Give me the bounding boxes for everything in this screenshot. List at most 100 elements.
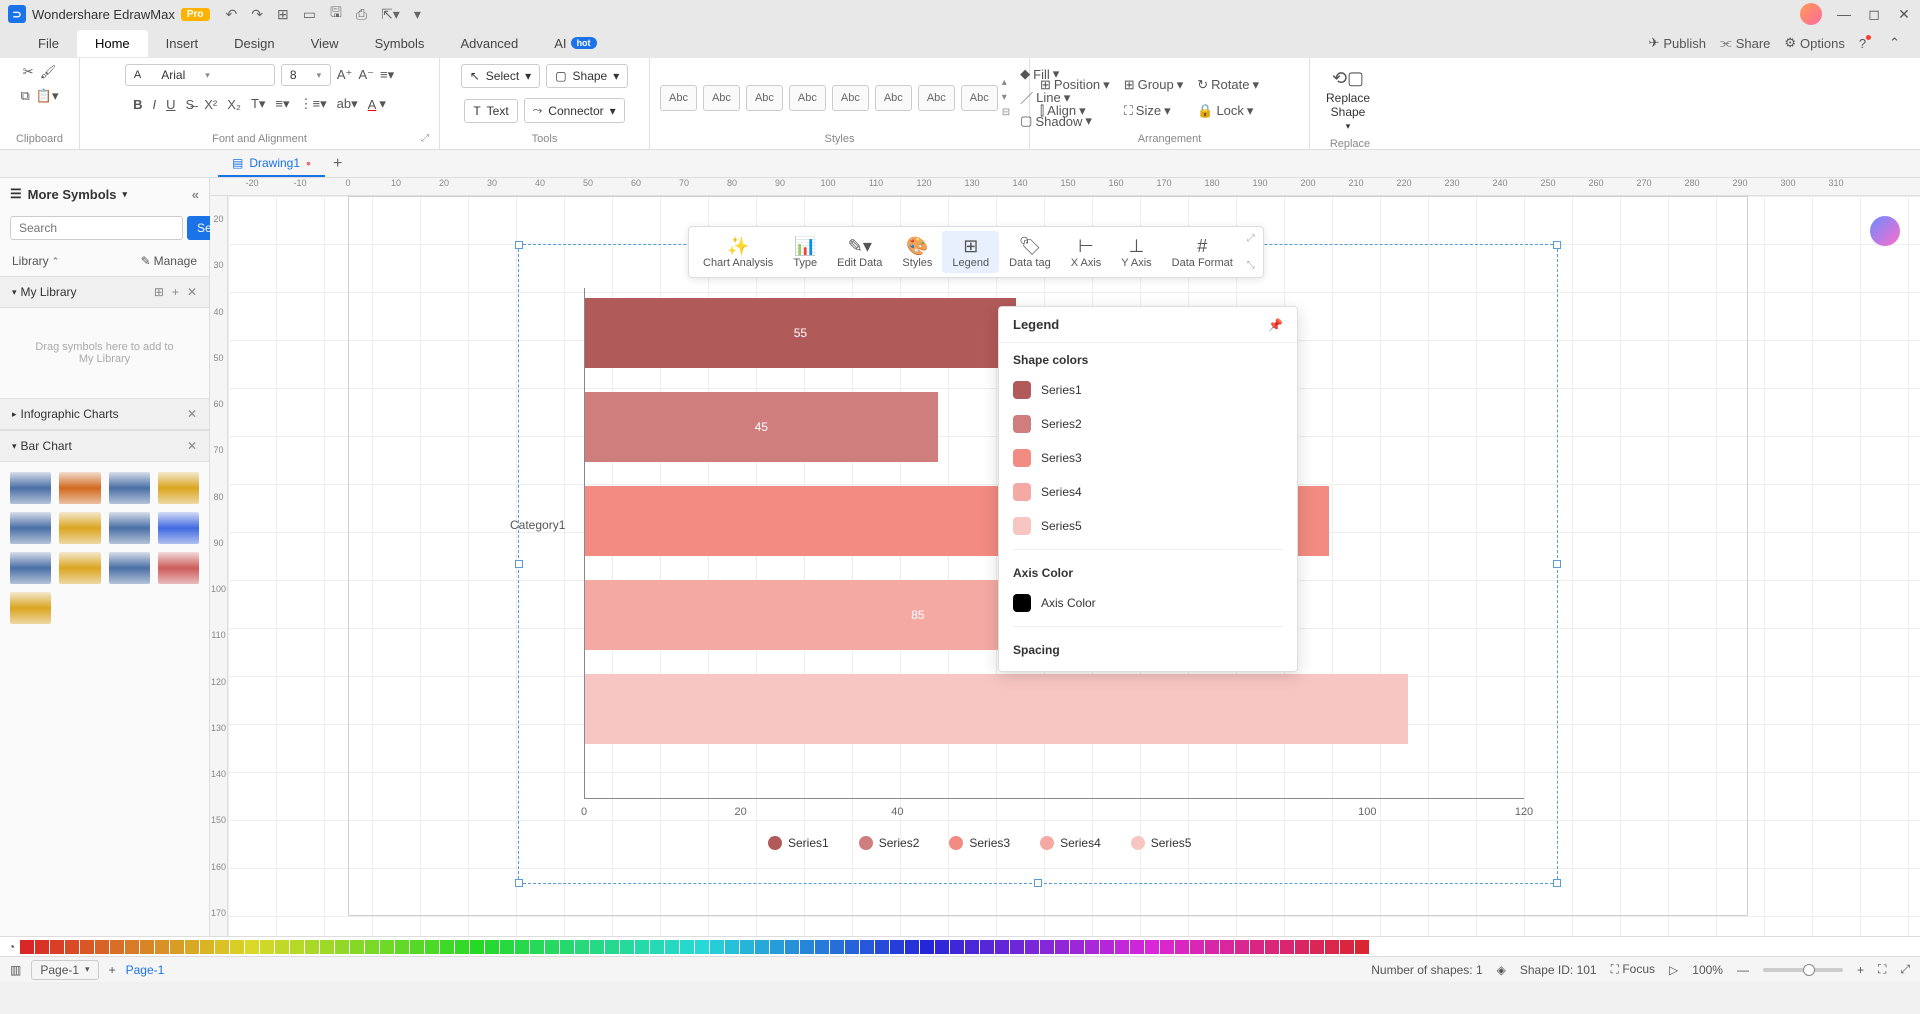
drop-area[interactable]: Drag symbols here to add to My Library: [0, 308, 209, 398]
align-button[interactable]: ≡▾: [380, 67, 394, 83]
color-swatch[interactable]: [1340, 940, 1354, 954]
color-swatch[interactable]: [620, 940, 634, 954]
color-swatch[interactable]: [1013, 415, 1031, 433]
cut-button[interactable]: ✂: [23, 64, 34, 80]
menu-home[interactable]: Home: [77, 30, 148, 57]
font-color-button[interactable]: A▾: [368, 96, 386, 112]
menu-insert[interactable]: Insert: [148, 30, 217, 57]
help-button[interactable]: ?: [1859, 36, 1875, 51]
color-swatch[interactable]: [20, 940, 34, 954]
chart-thumbnail[interactable]: [10, 552, 51, 584]
color-swatch[interactable]: [1040, 940, 1054, 954]
color-swatch[interactable]: [155, 940, 169, 954]
page-selector[interactable]: Page-1 ▾: [31, 960, 98, 980]
color-swatch[interactable]: [830, 940, 844, 954]
toolbar-chart-analysis[interactable]: ✨Chart Analysis: [693, 231, 783, 273]
color-swatch[interactable]: [440, 940, 454, 954]
color-swatch[interactable]: [815, 940, 829, 954]
chart-thumbnail[interactable]: [10, 592, 51, 624]
color-swatch[interactable]: [455, 940, 469, 954]
chart-thumbnail[interactable]: [158, 552, 199, 584]
ask-ai-badge[interactable]: [1870, 216, 1900, 246]
legend-color-row[interactable]: Series2: [999, 407, 1297, 441]
pin-icon[interactable]: 📌: [1268, 318, 1283, 332]
color-swatch[interactable]: [1085, 940, 1099, 954]
chart-thumbnail[interactable]: [109, 472, 150, 504]
color-swatch[interactable]: [785, 940, 799, 954]
color-swatch[interactable]: [980, 940, 994, 954]
maximize-button[interactable]: ◻: [1866, 6, 1882, 23]
resize-handle[interactable]: [1034, 879, 1042, 887]
toolbar-y-axis[interactable]: ⊥Y Axis: [1111, 231, 1161, 273]
redo-button[interactable]: ↷: [251, 6, 263, 23]
chart-thumbnail[interactable]: [59, 512, 100, 544]
chart-thumbnail[interactable]: [158, 472, 199, 504]
toolbar-edit-data[interactable]: ✎▾Edit Data: [827, 231, 892, 273]
legend-color-row[interactable]: Series1: [999, 373, 1297, 407]
color-swatch[interactable]: [605, 940, 619, 954]
color-swatch[interactable]: [140, 940, 154, 954]
color-swatch[interactable]: [695, 940, 709, 954]
group-button[interactable]: ⊞ Group▾: [1124, 77, 1184, 93]
color-swatch[interactable]: [1115, 940, 1129, 954]
library-label[interactable]: Library: [12, 254, 49, 268]
font-dialog-launcher[interactable]: ⤢: [421, 133, 429, 144]
align2-button[interactable]: ⫿ Align▾: [1040, 103, 1110, 119]
style-preset[interactable]: Abc: [703, 85, 740, 111]
color-swatch[interactable]: [380, 940, 394, 954]
legend-color-row[interactable]: Series3: [999, 441, 1297, 475]
color-swatch[interactable]: [725, 940, 739, 954]
present-icon[interactable]: ▷: [1669, 963, 1678, 977]
canvas[interactable]: Category1 55458502040100120Series1Series…: [228, 196, 1920, 936]
toolbar-collapse-icon[interactable]: ⤡: [1247, 260, 1255, 271]
eyedropper-icon[interactable]: ◔: [8, 940, 15, 954]
resize-handle[interactable]: [1553, 241, 1561, 249]
color-swatch[interactable]: [185, 940, 199, 954]
minimize-button[interactable]: —: [1836, 6, 1852, 22]
chart-bar[interactable]: [585, 674, 1408, 744]
toolbar-legend[interactable]: ⊞Legend: [942, 231, 999, 273]
color-swatch[interactable]: [1160, 940, 1174, 954]
share-button[interactable]: ⫘ Share: [1720, 35, 1770, 51]
color-swatch[interactable]: [110, 940, 124, 954]
color-swatch[interactable]: [320, 940, 334, 954]
color-swatch[interactable]: [425, 940, 439, 954]
italic-button[interactable]: I: [153, 97, 157, 112]
add-page-button[interactable]: +: [109, 963, 116, 977]
legend-item[interactable]: Series4: [1040, 836, 1101, 850]
legend-item[interactable]: Series1: [768, 836, 829, 850]
color-swatch[interactable]: [680, 940, 694, 954]
color-swatch[interactable]: [1013, 483, 1031, 501]
color-swatch[interactable]: [1250, 940, 1264, 954]
chart-bar[interactable]: 45: [585, 392, 938, 462]
collapse-ribbon-button[interactable]: ⌃: [1889, 35, 1900, 51]
color-swatch[interactable]: [1025, 940, 1039, 954]
color-swatch[interactable]: [515, 940, 529, 954]
line-spacing-button[interactable]: ≡▾: [275, 96, 289, 112]
subscript-button[interactable]: X₂: [227, 97, 241, 112]
style-preset[interactable]: Abc: [961, 85, 998, 111]
color-swatch[interactable]: [230, 940, 244, 954]
close-lib-icon[interactable]: ✕: [187, 285, 197, 299]
size-button[interactable]: ⛶ Size▾: [1124, 103, 1184, 119]
resize-handle[interactable]: [515, 879, 523, 887]
gallery-up[interactable]: ▴: [1002, 77, 1010, 88]
color-swatch[interactable]: [650, 940, 664, 954]
toolbar-expand-icon[interactable]: ⤢: [1247, 233, 1255, 244]
color-swatch[interactable]: [125, 940, 139, 954]
zoom-in-button[interactable]: +: [1857, 963, 1864, 977]
text-effects-button[interactable]: T▾: [251, 96, 265, 112]
color-swatch[interactable]: [245, 940, 259, 954]
color-swatch[interactable]: [575, 940, 589, 954]
add-lib-icon[interactable]: ⊞: [154, 285, 164, 299]
undo-button[interactable]: ↶: [226, 6, 238, 23]
color-swatch[interactable]: [1013, 517, 1031, 535]
paste-button[interactable]: 📋▾: [36, 88, 59, 104]
font-size-select[interactable]: 8▾: [281, 64, 331, 86]
color-swatch[interactable]: [1175, 940, 1189, 954]
color-swatch[interactable]: [1310, 940, 1324, 954]
color-swatch[interactable]: [1220, 940, 1234, 954]
color-swatch[interactable]: [65, 940, 79, 954]
strike-button[interactable]: S̶: [186, 97, 195, 112]
position-button[interactable]: ⊞ Position▾: [1040, 77, 1110, 93]
